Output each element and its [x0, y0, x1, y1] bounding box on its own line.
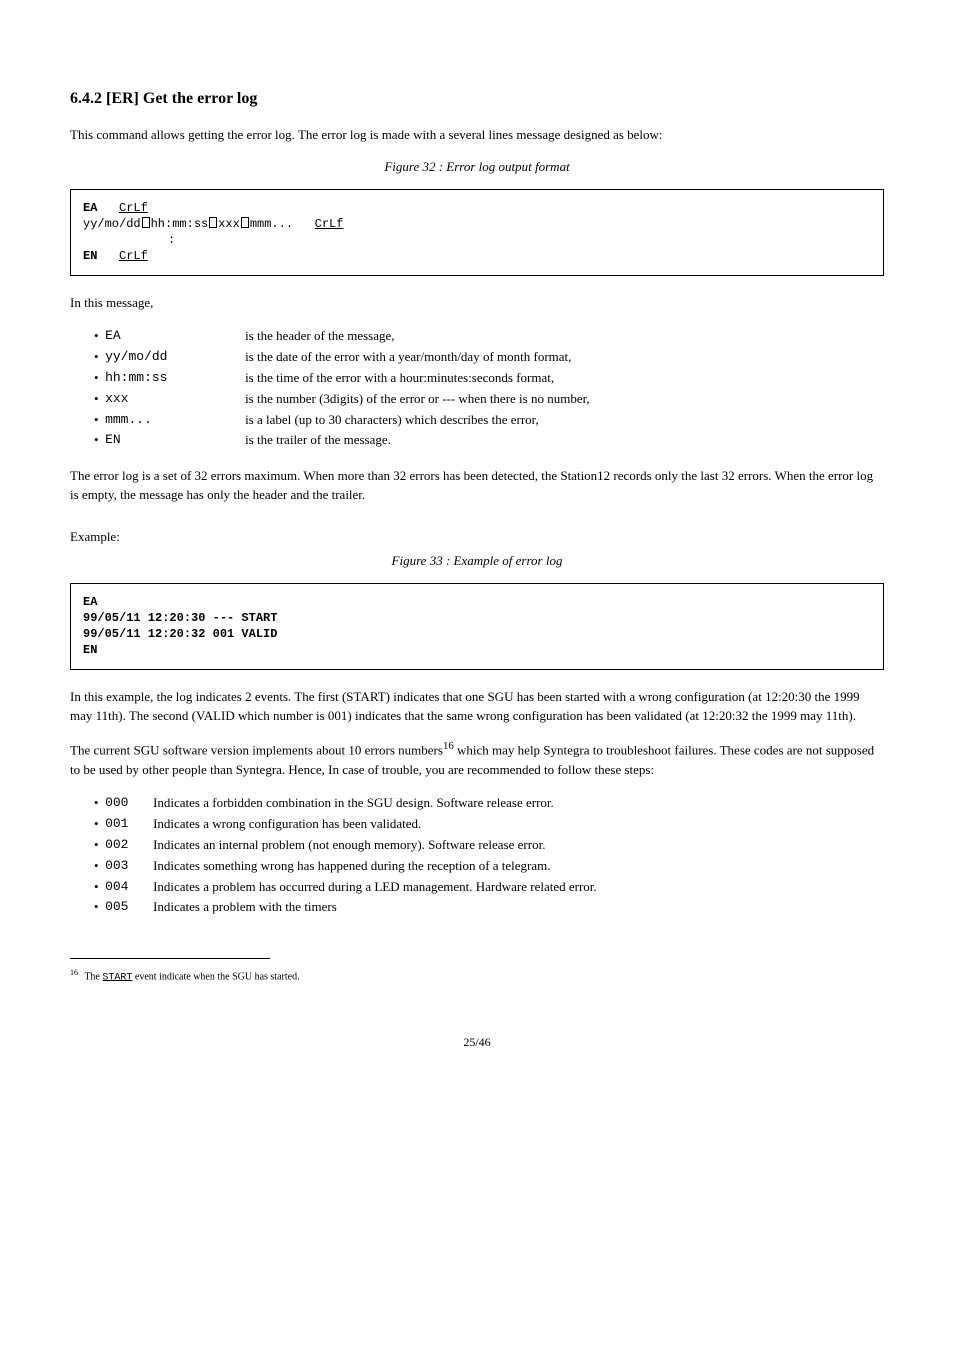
legend-list: • EAis the header of the message, • yy/m…	[94, 326, 884, 451]
example-explain: In this example, the log indicates 2 eve…	[70, 688, 884, 726]
space-icon	[209, 217, 217, 228]
footnote-text: 16 The START event indicate when the SGU…	[70, 967, 884, 985]
section-heading: 6.4.2 [ER] Get the error log	[70, 90, 884, 108]
error-code-item: • 005Indicates a problem with the timers	[94, 897, 884, 918]
legend-intro: In this message,	[70, 294, 884, 313]
example-line: EA	[83, 594, 871, 610]
example-line: 99/05/11 12:20:30 --- START	[83, 610, 871, 626]
footnote-separator	[70, 958, 270, 959]
example-box: EA 99/05/11 12:20:30 --- START 99/05/11 …	[70, 583, 884, 670]
example-line: EN	[83, 642, 871, 658]
error-code-item: • 000Indicates a forbidden combination i…	[94, 793, 884, 814]
legend-item: • hh:mm:ssis the time of the error with …	[94, 368, 884, 389]
format-trailer-en: EN	[83, 249, 97, 263]
format-time: hh:mm:ss	[151, 217, 209, 231]
legend-item: • xxxis the number (3digits) of the erro…	[94, 389, 884, 410]
error-code-item: • 004Indicates a problem has occurred du…	[94, 877, 884, 898]
legend-item: • ENis the trailer of the message.	[94, 430, 884, 451]
format-date: yy/mo/dd	[83, 217, 141, 231]
space-icon	[142, 217, 150, 228]
example-label: Example:	[70, 529, 884, 545]
format-num: xxx	[218, 217, 240, 231]
legend-item: • yy/mo/ddis the date of the error with …	[94, 347, 884, 368]
note-paragraph: The error log is a set of 32 errors maxi…	[70, 467, 884, 505]
error-code-item: • 002Indicates an internal problem (not …	[94, 835, 884, 856]
format-ellipsis: :	[83, 232, 871, 248]
error-code-list: • 000Indicates a forbidden combination i…	[94, 793, 884, 918]
figure-caption-33: Figure 33 : Example of error log	[70, 553, 884, 569]
page-number: 25/46	[70, 1035, 884, 1050]
legend-item: • mmm...is a label (up to 30 characters)…	[94, 410, 884, 431]
error-code-item: • 001Indicates a wrong configuration has…	[94, 814, 884, 835]
crlf-marker: CrLf	[315, 217, 344, 231]
crlf-marker: CrLf	[119, 201, 148, 215]
format-header-ea: EA	[83, 201, 97, 215]
figure-caption-32: Figure 32 : Error log output format	[70, 159, 884, 175]
space-icon	[241, 217, 249, 228]
codes-intro: The current SGU software version impleme…	[70, 739, 884, 779]
intro-paragraph: This command allows getting the error lo…	[70, 126, 884, 145]
format-box: EA CrLf yy/mo/dd hh:mm:ss xxx mmm... CrLf :…	[70, 189, 884, 276]
example-line: 99/05/11 12:20:32 001 VALID	[83, 626, 871, 642]
legend-item: • EAis the header of the message,	[94, 326, 884, 347]
crlf-marker: CrLf	[119, 249, 148, 263]
format-msg: mmm...	[250, 217, 293, 231]
error-code-item: • 003Indicates something wrong has happe…	[94, 856, 884, 877]
footnote-ref: 16	[443, 740, 454, 752]
